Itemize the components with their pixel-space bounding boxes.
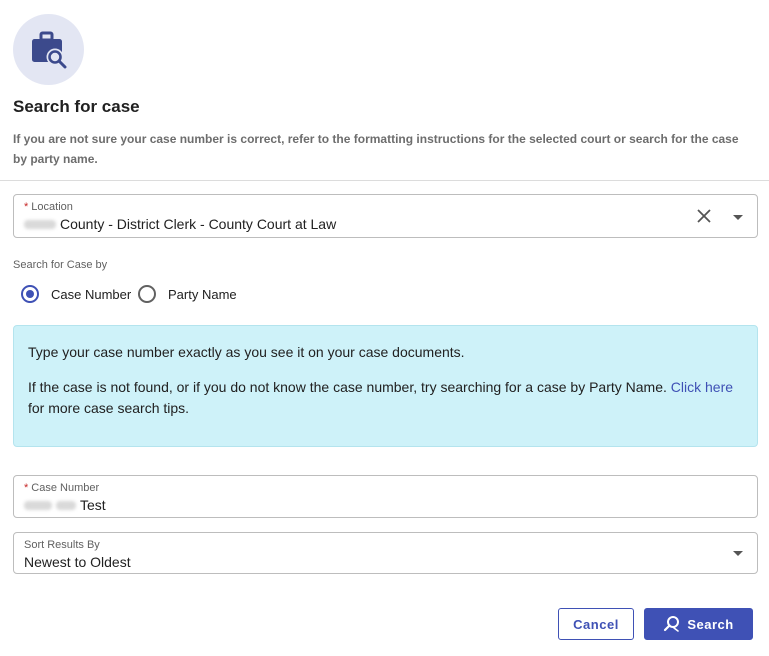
cancel-button[interactable]: Cancel bbox=[558, 608, 634, 640]
sort-label: Sort Results By bbox=[24, 539, 100, 551]
redacted-text bbox=[56, 500, 76, 510]
info-box: Type your case number exactly as you see… bbox=[13, 325, 758, 447]
sort-value: Newest to Oldest bbox=[24, 554, 131, 570]
radio-case-number[interactable]: Case Number bbox=[21, 284, 131, 304]
case-number-value[interactable]: Test bbox=[24, 497, 106, 513]
chevron-down-icon[interactable] bbox=[733, 215, 743, 220]
case-number-label: * Case Number bbox=[24, 482, 100, 494]
clear-icon[interactable] bbox=[695, 207, 713, 225]
info-text-2: If the case is not found, or if you do n… bbox=[28, 379, 734, 416]
location-label: * Location bbox=[24, 201, 73, 213]
radio-button[interactable] bbox=[138, 285, 156, 303]
page-title: Search for case bbox=[13, 97, 140, 116]
search-by-label: Search for Case by bbox=[13, 259, 108, 271]
chevron-down-icon[interactable] bbox=[733, 551, 743, 556]
search-button[interactable]: Search bbox=[644, 608, 753, 640]
redacted-text bbox=[24, 500, 52, 510]
location-select[interactable]: * Location County - District Clerk - Coun… bbox=[13, 194, 758, 238]
info-text-1: Type your case number exactly as you see… bbox=[28, 344, 465, 360]
case-number-field[interactable]: * Case Number Test bbox=[13, 475, 758, 518]
search-tips-link[interactable]: Click here bbox=[671, 379, 733, 395]
header-divider bbox=[0, 180, 769, 181]
required-mark: * bbox=[24, 201, 29, 213]
header-icon-badge bbox=[13, 14, 84, 85]
location-value: County - District Clerk - County Court a… bbox=[24, 216, 336, 232]
page-subtitle: If you are not sure your case number is … bbox=[13, 132, 739, 166]
radio-button-checked[interactable] bbox=[21, 285, 39, 303]
radio-label: Case Number bbox=[51, 286, 132, 302]
search-button-label: Search bbox=[687, 616, 734, 632]
redacted-text bbox=[24, 219, 56, 229]
radio-label: Party Name bbox=[168, 286, 237, 302]
sort-select[interactable]: Sort Results By Newest to Oldest bbox=[13, 532, 758, 574]
briefcase-search-icon bbox=[31, 31, 66, 68]
required-mark: * bbox=[24, 482, 29, 494]
radio-party-name[interactable]: Party Name bbox=[138, 284, 237, 304]
search-icon bbox=[664, 616, 680, 632]
